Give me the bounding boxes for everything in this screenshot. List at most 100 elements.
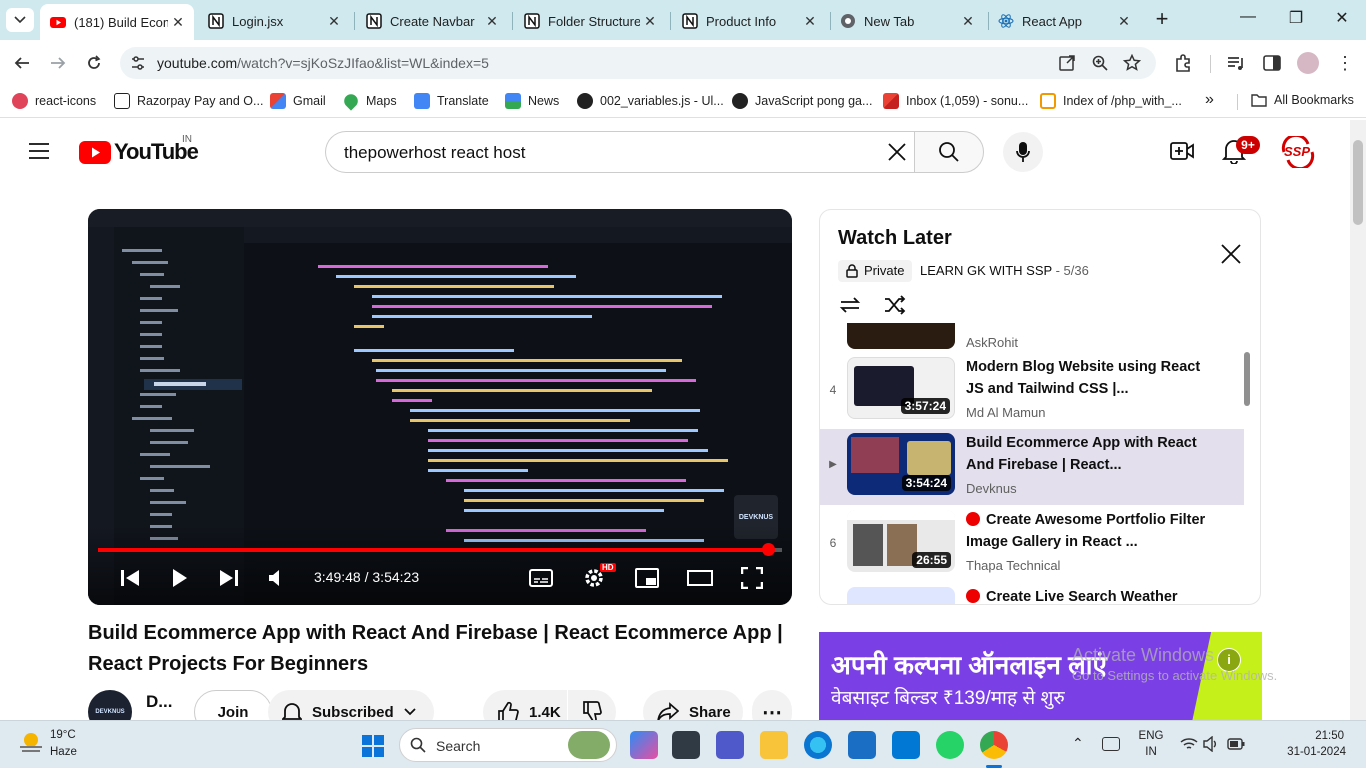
playlist-scrollbar[interactable] (1244, 352, 1250, 406)
address-bar[interactable]: youtube.com/watch?v=sjKoSzJIfao&list=WL&… (120, 47, 1156, 79)
network-vpn-icon[interactable] (1102, 737, 1120, 751)
bookmark-item[interactable]: News (505, 93, 559, 109)
weather-widget[interactable] (18, 729, 44, 755)
clock-date[interactable]: 31-01-2024 (1276, 746, 1346, 758)
next-button[interactable] (216, 565, 242, 591)
clock-time[interactable]: 21:50 (1284, 730, 1344, 742)
miniplayer-button[interactable] (634, 565, 660, 591)
media-control-icon[interactable] (1226, 53, 1246, 73)
close-window-icon[interactable]: ✕ (1327, 8, 1357, 28)
windows-start-icon[interactable] (361, 734, 385, 758)
progress-bar[interactable] (98, 543, 782, 556)
bookmarks-divider (1237, 94, 1238, 110)
close-icon[interactable]: ✕ (640, 13, 660, 30)
shuffle-icon[interactable] (883, 295, 907, 315)
page-scrollbar[interactable] (1350, 120, 1366, 720)
hamburger-menu-icon[interactable] (29, 143, 49, 159)
video-thumbnail: 3:54:24 (847, 433, 955, 495)
file-explorer-icon[interactable] (760, 731, 788, 759)
search-button[interactable] (914, 131, 984, 173)
clear-search-icon[interactable] (887, 142, 907, 162)
wifi-icon[interactable] (1180, 737, 1198, 751)
teams-app-icon[interactable] (716, 731, 744, 759)
fullscreen-button[interactable] (739, 565, 765, 591)
loop-icon[interactable] (838, 295, 862, 315)
open-in-app-icon[interactable] (1058, 54, 1076, 72)
bookmark-star-icon[interactable] (1123, 54, 1141, 72)
bookmarks-overflow-button[interactable]: » (1205, 91, 1214, 109)
mute-button[interactable] (265, 565, 291, 591)
whatsapp-app-icon[interactable] (936, 731, 964, 759)
theater-mode-button[interactable] (687, 565, 713, 591)
bookmark-item[interactable]: 002_variables.js - Ul... (577, 93, 724, 109)
volume-icon[interactable] (1203, 736, 1219, 752)
chrome-app-icon[interactable] (980, 731, 1008, 759)
channel-name[interactable]: D... (146, 692, 172, 712)
tab-search-button[interactable] (6, 8, 34, 32)
create-video-icon[interactable] (1170, 140, 1194, 162)
minimize-icon[interactable]: — (1233, 8, 1263, 26)
bookmark-item[interactable]: Index of /php_with_... (1040, 93, 1182, 109)
menu-kebab-icon[interactable]: ⋮ (1336, 52, 1354, 74)
copilot-app-icon[interactable] (630, 731, 658, 759)
playlist-owner[interactable]: LEARN GK WITH SSP (920, 263, 1052, 278)
youtube-logo[interactable]: YouTube (79, 139, 199, 165)
playlist-item-current[interactable]: ▶ 3:54:24 Build Ecommerce App with React… (820, 429, 1244, 505)
playlist-item[interactable]: Create Live Search Weather (820, 583, 1244, 604)
item-title: Create Live Search Weather (966, 586, 1206, 604)
bookmark-item[interactable]: react-icons (12, 93, 96, 109)
tab-product-info[interactable]: Product Info ✕ (672, 6, 826, 36)
search-input[interactable]: thepowerhost react host (325, 131, 915, 173)
side-panel-icon[interactable] (1262, 53, 1282, 73)
tab-login[interactable]: Login.jsx ✕ (198, 6, 350, 36)
vscode-app-icon[interactable] (892, 731, 920, 759)
forward-button[interactable] (46, 51, 70, 75)
account-avatar[interactable]: SSP (1280, 136, 1316, 168)
tab-folder-structure[interactable]: Folder Structure ✕ (514, 6, 666, 36)
close-icon[interactable]: ✕ (168, 14, 188, 31)
bookmark-item[interactable]: Inbox (1,059) - sonu... (883, 93, 1028, 109)
close-icon[interactable]: ✕ (324, 13, 344, 30)
search-value: thepowerhost react host (344, 143, 526, 162)
battery-icon[interactable] (1227, 738, 1245, 750)
close-icon[interactable]: ✕ (958, 13, 978, 30)
store-app-icon[interactable] (848, 731, 876, 759)
page-scrollbar-thumb[interactable] (1353, 140, 1363, 225)
voice-search-button[interactable] (1003, 132, 1043, 172)
extensions-icon[interactable] (1173, 53, 1193, 73)
bookmark-item[interactable]: Gmail (270, 93, 326, 109)
bookmark-item[interactable]: Translate (414, 93, 489, 109)
tab-create-navbar[interactable]: Create Navbar ✕ (356, 6, 508, 36)
restore-icon[interactable]: ❐ (1281, 8, 1311, 28)
play-button[interactable] (167, 565, 193, 591)
close-icon[interactable] (1220, 243, 1242, 265)
tab-new-tab[interactable]: New Tab ✕ (830, 6, 984, 36)
close-icon[interactable]: ✕ (800, 13, 820, 30)
playlist-item[interactable]: 6 26:55 Create Awesome Portfolio Filter … (820, 506, 1244, 582)
subtitles-button[interactable] (528, 565, 554, 591)
reload-button[interactable] (82, 51, 106, 75)
bookmark-item[interactable]: Maps (341, 91, 397, 111)
previous-button[interactable] (117, 565, 143, 591)
language-primary[interactable]: ENG (1136, 730, 1166, 742)
playlist-item[interactable]: 4 3:57:24 Modern Blog Website using Reac… (820, 353, 1244, 429)
tab-youtube[interactable]: (181) Build Ecom ✕ (40, 4, 194, 40)
close-icon[interactable]: ✕ (482, 13, 502, 30)
tab-react-app[interactable]: React App ✕ (988, 6, 1140, 36)
bookmark-item[interactable]: JavaScript pong ga... (732, 93, 872, 109)
site-info-icon[interactable] (129, 54, 147, 72)
chevron-up-icon[interactable]: ⌃ (1072, 735, 1084, 752)
new-tab-button[interactable]: + (1150, 7, 1174, 31)
edge-browser-icon[interactable] (804, 731, 832, 759)
language-secondary[interactable]: IN (1136, 746, 1166, 758)
all-bookmarks-button[interactable]: All Bookmarks (1251, 93, 1354, 107)
taskbar-search[interactable]: Search (399, 728, 617, 762)
task-view-icon[interactable] (672, 731, 700, 759)
video-player[interactable]: DEVKNUS 3:49:48 / 3:54:23 HD (88, 209, 792, 605)
playlist-title[interactable]: Watch Later (838, 227, 952, 250)
zoom-icon[interactable] (1091, 54, 1109, 72)
back-button[interactable] (10, 51, 34, 75)
close-icon[interactable]: ✕ (1114, 13, 1134, 30)
profile-avatar[interactable] (1297, 52, 1319, 74)
bookmark-item[interactable]: Razorpay Pay and O... (114, 93, 263, 109)
